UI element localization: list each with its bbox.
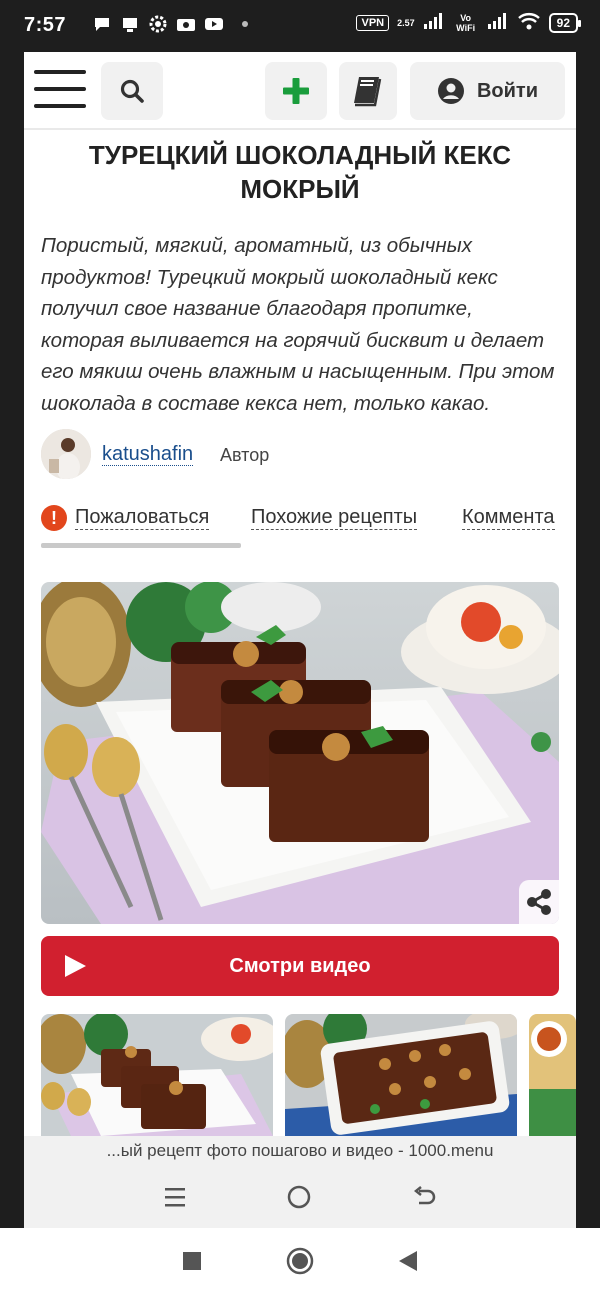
system-nav-bar bbox=[0, 1228, 600, 1299]
status-bar: 7:57 VPN 2.57 Vo WiFi 92 bbox=[0, 0, 600, 52]
cookbook-button[interactable] bbox=[339, 62, 397, 120]
browser-frame-right bbox=[576, 52, 600, 1228]
back-arrow-icon[interactable] bbox=[411, 1184, 437, 1215]
author-link[interactable]: katushafin bbox=[102, 443, 194, 466]
book-icon bbox=[354, 77, 382, 107]
menu-lines-icon[interactable] bbox=[163, 1186, 187, 1213]
wifi-icon bbox=[517, 12, 541, 33]
related-recipe-thumbnail[interactable] bbox=[285, 1014, 517, 1136]
chat-icon bbox=[92, 14, 112, 34]
plus-icon bbox=[283, 78, 309, 104]
net-speed: 2.57 bbox=[397, 17, 415, 28]
back-triangle-icon[interactable] bbox=[398, 1250, 418, 1277]
login-button[interactable]: Войти bbox=[410, 62, 565, 120]
vowifi-label: Vo WiFi bbox=[456, 12, 476, 33]
similar-recipes-link[interactable]: Похожие рецепты bbox=[251, 505, 418, 530]
url-bar[interactable]: ...ый рецепт фото пошагово и видео - 100… bbox=[24, 1136, 576, 1170]
url-text: ...ый рецепт фото пошагово и видео - 100… bbox=[106, 1141, 494, 1160]
avatar[interactable] bbox=[41, 429, 91, 479]
page-content: Войти ТУРЕЦКИЙ ШОКОЛАДНЫЙ КЕКС МОКРЫЙ По… bbox=[24, 52, 576, 1136]
share-icon bbox=[527, 889, 551, 915]
hamburger-icon[interactable] bbox=[34, 70, 86, 112]
more-notifications-dot bbox=[242, 21, 248, 27]
clock: 7:57 bbox=[24, 14, 67, 36]
watch-video-label: Смотри видео bbox=[229, 954, 371, 977]
recents-square-icon[interactable] bbox=[182, 1251, 202, 1276]
download-icon bbox=[120, 14, 140, 34]
site-header: Войти bbox=[24, 52, 576, 130]
system-status-icons: VPN 2.57 Vo WiFi 92 bbox=[356, 12, 582, 33]
watch-video-button[interactable]: Смотри видео bbox=[41, 936, 559, 996]
action-links: ! Пожаловаться Похожие рецепты Коммента bbox=[24, 495, 576, 551]
home-circle-icon[interactable] bbox=[286, 1184, 312, 1215]
warning-icon: ! bbox=[41, 505, 67, 531]
camera-icon bbox=[176, 14, 196, 34]
notification-icons bbox=[92, 14, 248, 34]
recipe-description: Пористый, мягкий, ароматный, из обычных … bbox=[41, 234, 555, 415]
gear-notification-icon bbox=[148, 14, 168, 34]
search-icon bbox=[120, 79, 144, 103]
complain-link[interactable]: Пожаловаться bbox=[75, 505, 210, 530]
page-title: ТУРЕЦКИЙ ШОКОЛАДНЫЙ КЕКС МОКРЫЙ bbox=[88, 140, 512, 204]
home-button-icon[interactable] bbox=[286, 1247, 314, 1280]
user-icon bbox=[437, 78, 464, 104]
links-scrollbar[interactable] bbox=[41, 543, 241, 548]
comments-link[interactable]: Коммента bbox=[462, 505, 555, 530]
related-recipe-thumbnail[interactable] bbox=[41, 1014, 273, 1136]
youtube-icon bbox=[204, 14, 224, 34]
author-role-label: Автор bbox=[220, 445, 270, 465]
login-label: Войти bbox=[476, 79, 539, 102]
battery-indicator: 92 bbox=[548, 12, 582, 33]
signal-icon-2 bbox=[487, 12, 509, 33]
play-icon bbox=[65, 955, 86, 977]
signal-icon bbox=[423, 12, 445, 33]
browser-nav bbox=[24, 1170, 576, 1228]
recipe-photo[interactable] bbox=[41, 582, 559, 924]
search-button[interactable] bbox=[101, 62, 163, 120]
add-recipe-button[interactable] bbox=[265, 62, 327, 120]
author-block: katushafin Автор bbox=[24, 423, 576, 495]
browser-frame-left bbox=[0, 52, 24, 1228]
related-recipe-thumbnail[interactable] bbox=[529, 1014, 576, 1136]
vpn-badge: VPN bbox=[356, 14, 390, 31]
share-button[interactable] bbox=[519, 880, 559, 924]
